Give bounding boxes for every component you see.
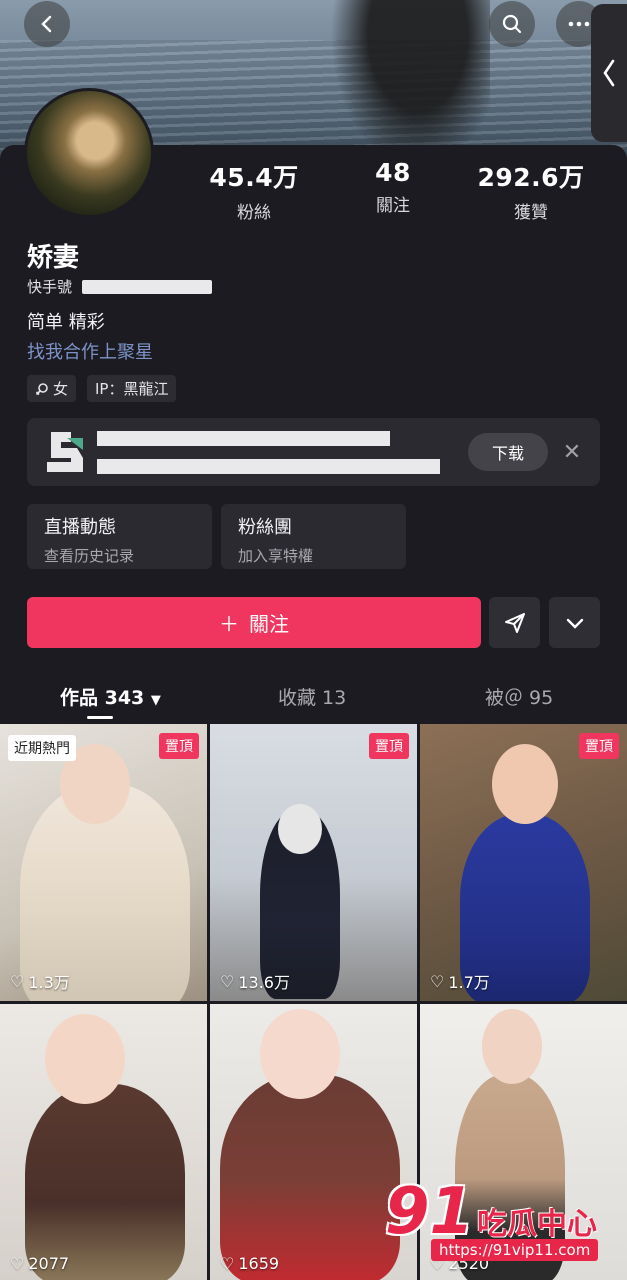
tab-indicator	[87, 716, 113, 719]
tab-label: 作品 343	[60, 687, 145, 709]
fan-club-card[interactable]: 粉絲團 加入享特權	[221, 504, 406, 569]
video-tile[interactable]: 置頂 ♡ 1.7万	[420, 724, 627, 1001]
like-count: ♡ 1.7万	[430, 969, 490, 993]
stat-label: 獲贊	[514, 203, 548, 223]
heart-icon: ♡	[220, 1254, 235, 1273]
plus-icon: ＋	[219, 612, 239, 636]
bio-link[interactable]: 找我合作上聚星	[27, 338, 153, 364]
follow-button[interactable]: ＋ 關注	[27, 597, 481, 648]
stat-value: 48	[375, 158, 411, 187]
tab-works[interactable]: 作品 343 ▼	[60, 683, 161, 710]
heart-icon: ♡	[10, 971, 25, 991]
hot-badge: 近期熱門	[8, 735, 76, 761]
caret-down-icon: ▼	[150, 693, 161, 708]
share-button[interactable]	[489, 597, 540, 648]
stat-followers[interactable]: 45.4万 粉絲	[184, 158, 324, 223]
female-icon	[35, 382, 48, 395]
bio-line: 简单 精彩	[27, 312, 105, 333]
redacted-ad-title	[97, 431, 390, 446]
card-title: 直播動態	[44, 517, 116, 538]
stat-value: 292.6万	[477, 163, 585, 192]
live-history-card[interactable]: 直播動態 查看历史记录	[27, 504, 212, 569]
card-subtitle: 加入享特權	[238, 547, 314, 565]
stat-value: 45.4万	[209, 163, 299, 192]
tab-mentions[interactable]: 被＠ 95	[485, 683, 553, 710]
watermark-text: 吃瓜中心	[477, 1207, 597, 1242]
video-tile[interactable]: 置頂 ♡ 13.6万	[210, 724, 417, 1001]
like-count: ♡ 13.6万	[220, 969, 290, 993]
tab-favorites[interactable]: 收藏 13	[278, 683, 346, 710]
profile-name: 矫妻	[27, 243, 80, 273]
like-value: 13.6万	[238, 973, 290, 992]
back-icon	[41, 15, 52, 33]
send-icon	[504, 612, 525, 633]
ip-text: IP：黑龍江	[95, 380, 169, 398]
video-tile[interactable]: ♡ 2077	[0, 1004, 207, 1280]
gender-tag: 女	[27, 375, 77, 402]
like-value: 1.7万	[448, 973, 490, 992]
search-icon	[502, 14, 522, 34]
more-icon	[568, 21, 590, 27]
pinned-badge: 置頂	[369, 733, 409, 759]
card-subtitle: 查看历史记录	[44, 547, 135, 565]
stat-likes[interactable]: 292.6万 獲贊	[461, 158, 601, 223]
kuaishou-id-label: 快手號	[27, 278, 73, 296]
download-button[interactable]: 下载	[468, 433, 548, 471]
stat-label: 粉絲	[237, 203, 271, 223]
pinned-badge: 置頂	[159, 733, 199, 759]
watermark-url: https://91vip11.com	[431, 1239, 599, 1261]
watermark-number: 91	[385, 1175, 475, 1249]
site-watermark: 91 吃瓜中心 https://91vip11.com	[385, 1175, 615, 1270]
kuaishou-id[interactable]: 快手號	[27, 276, 213, 297]
ip-tag: IP：黑龍江	[87, 375, 177, 402]
like-count: ♡ 1659	[220, 1254, 279, 1273]
like-count: ♡ 2077	[10, 1254, 69, 1273]
back-button[interactable]	[24, 1, 70, 47]
chevron-down-icon	[566, 618, 583, 629]
card-title: 粉絲團	[238, 517, 292, 538]
stat-label: 關注	[376, 196, 410, 216]
video-tile[interactable]: 近期熱門 置頂 ♡ 1.3万	[0, 724, 207, 1001]
expand-button[interactable]	[549, 597, 600, 648]
gender-text: 女	[53, 380, 69, 398]
app-logo-icon	[47, 432, 83, 472]
redacted-id	[82, 279, 213, 294]
heart-icon: ♡	[430, 971, 445, 991]
stat-following[interactable]: 48 關注	[323, 158, 463, 216]
search-button[interactable]	[489, 1, 535, 47]
pinned-badge: 置頂	[579, 733, 619, 759]
follow-label: 關注	[249, 612, 289, 636]
heart-icon: ♡	[10, 1254, 25, 1273]
heart-icon: ♡	[220, 971, 235, 991]
chevron-left-icon	[603, 59, 615, 87]
like-value: 2077	[28, 1254, 70, 1273]
like-value: 1659	[238, 1254, 280, 1273]
close-icon[interactable]: ✕	[561, 437, 583, 467]
like-count: ♡ 1.3万	[10, 969, 70, 993]
app-download-banner[interactable]: 下载 ✕	[27, 418, 600, 486]
side-drawer-tab[interactable]	[591, 4, 627, 142]
like-value: 1.3万	[28, 973, 70, 992]
avatar[interactable]	[24, 88, 154, 218]
redacted-ad-desc	[97, 459, 440, 474]
